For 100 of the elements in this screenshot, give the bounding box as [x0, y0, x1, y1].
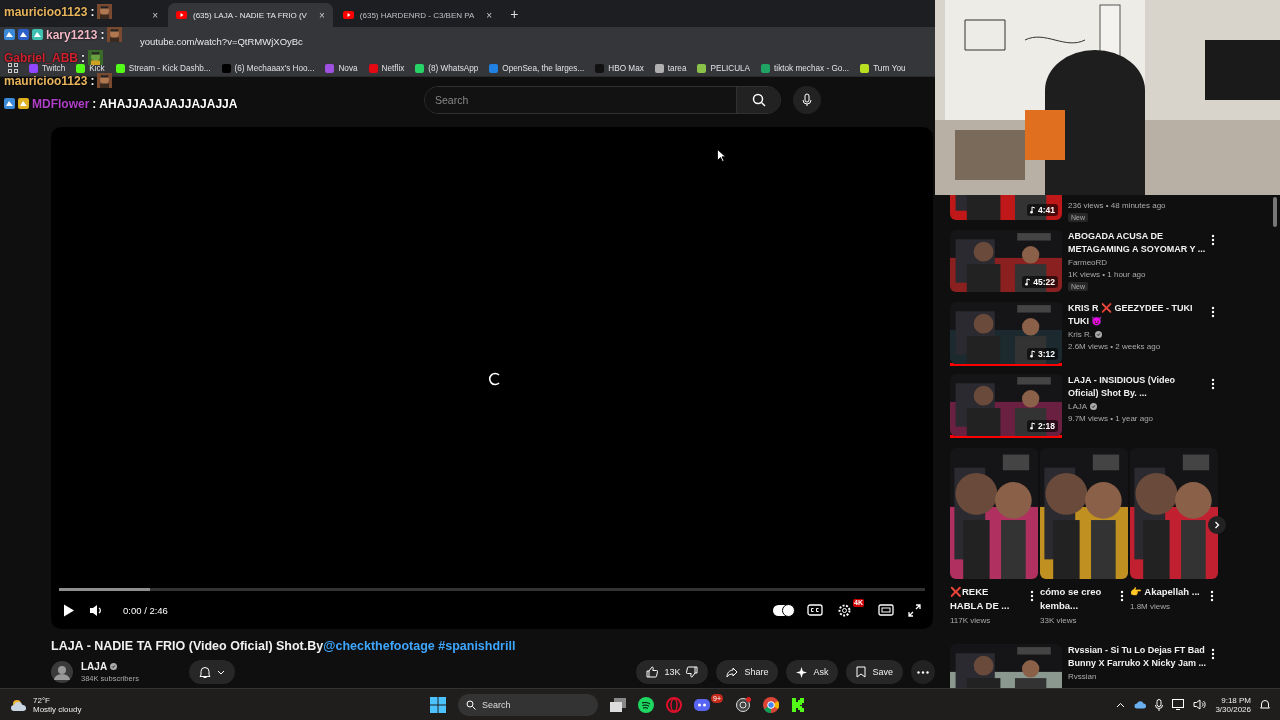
mouse-cursor-icon — [717, 149, 726, 162]
caret-icon — [217, 669, 225, 675]
bookmark[interactable]: Twitch — [29, 64, 66, 73]
bookmark[interactable]: Turn You — [860, 64, 906, 73]
save-button[interactable]: Save — [846, 660, 903, 684]
music-note-icon — [1030, 422, 1036, 430]
bell-icon[interactable] — [1260, 699, 1270, 710]
more-icon[interactable] — [1030, 590, 1034, 602]
music-app-icon[interactable] — [638, 696, 654, 713]
channel-avatar[interactable] — [51, 661, 73, 683]
clock-date: 3/30/2026 — [1215, 704, 1251, 714]
volume-icon[interactable] — [89, 603, 103, 617]
more-icon[interactable] — [1211, 378, 1215, 390]
more-icon — [917, 670, 929, 674]
duration-label: 3:12 — [1027, 348, 1058, 360]
channel-name[interactable]: FarmeoRD — [1068, 258, 1108, 267]
autoplay-toggle[interactable] — [773, 604, 794, 616]
more-icon[interactable] — [1120, 590, 1124, 602]
close-icon[interactable]: × — [146, 9, 158, 21]
chevron-up-icon[interactable] — [1116, 701, 1126, 708]
settings-icon[interactable] — [837, 602, 853, 618]
chrome-icon[interactable] — [763, 696, 779, 713]
share-button[interactable]: Share — [716, 660, 779, 684]
search-bar[interactable]: Search — [424, 85, 781, 114]
browser-tab[interactable]: (635) HARDENRD - C3/BEN PA × — [334, 3, 501, 27]
link[interactable]: @checkthefootage — [323, 639, 435, 653]
bookmark[interactable]: HBO Max — [595, 64, 644, 73]
video-favicon-icon — [176, 11, 187, 19]
channel-name[interactable]: LAJA — [81, 661, 108, 672]
more-icon[interactable] — [1211, 648, 1215, 660]
address-bar[interactable]: youtube.com/watch?v=QtRMWjXOyBc — [140, 35, 303, 47]
bookmark[interactable]: Netflix — [368, 64, 405, 73]
time-display: 0:00 / 2:46 — [123, 604, 168, 616]
chat-app-icon[interactable] — [694, 697, 710, 712]
video-meta: 9.7M views • 1 year ago — [1068, 414, 1155, 423]
bookmark[interactable]: tarea — [654, 64, 687, 73]
scrollbar[interactable] — [1273, 197, 1277, 227]
more-icon[interactable] — [1211, 306, 1215, 318]
new-tab-button[interactable]: + — [510, 5, 519, 22]
thumbs-down-icon[interactable] — [686, 666, 699, 678]
bookmark[interactable]: tiktok mechax - Go... — [761, 64, 850, 73]
search-icon — [751, 92, 766, 107]
channel-name[interactable]: LAJA — [1068, 402, 1088, 411]
bookmark[interactable]: (8) WhatsApp — [415, 64, 479, 73]
video-title[interactable]: ABOGADA ACUSA DE METAGAMING A SOYOMAR Y ... — [1068, 230, 1208, 256]
video-title[interactable]: Rvssian - Si Tu Lo Dejas FT Bad Bunny X Farruko X Nicky Jam ... — [1068, 644, 1208, 670]
bookmark[interactable]: Stream - Kick Dashb... — [115, 64, 211, 73]
weather-cloud-icon — [10, 697, 28, 712]
network-icon[interactable] — [1172, 699, 1185, 710]
channel-name[interactable]: Rvssian — [1068, 672, 1097, 681]
apps-icon[interactable] — [8, 63, 18, 73]
channel-name[interactable]: Kris R. — [1068, 330, 1092, 339]
kick-app-icon[interactable] — [791, 696, 807, 713]
link[interactable]: #spanishdrill — [438, 639, 516, 653]
more-icon[interactable] — [1210, 590, 1214, 602]
browser-ring-icon[interactable] — [666, 696, 682, 713]
progress-bar[interactable] — [59, 588, 925, 591]
loading-spinner-icon — [488, 372, 502, 386]
task-view-icon[interactable] — [610, 697, 626, 712]
verified-icon — [1095, 331, 1102, 338]
close-icon[interactable]: × — [480, 9, 493, 21]
notification-button[interactable] — [189, 660, 235, 684]
camera-shutter-icon[interactable] — [735, 696, 751, 713]
like-button[interactable]: 13K — [636, 660, 709, 684]
microphone-button[interactable] — [793, 85, 821, 114]
chat-username: Gabriel_ABB — [4, 51, 79, 64]
temperature: 72°F — [33, 695, 51, 705]
chat-username: mauricioo1123 — [4, 5, 88, 18]
short-views: 1.8M views — [1130, 602, 1171, 611]
bookmark[interactable]: OpenSea, the larges... — [489, 64, 585, 73]
start-icon[interactable] — [430, 696, 446, 713]
bookmark[interactable]: (6) Mechaaax's Hoo... — [221, 64, 315, 73]
search-button[interactable] — [736, 86, 780, 113]
verified-icon — [110, 663, 118, 670]
microphone-icon[interactable] — [1155, 698, 1164, 711]
more-icon[interactable] — [1211, 234, 1215, 246]
bookmark[interactable]: PELICULA — [697, 64, 751, 73]
chat-separator: : — [92, 97, 97, 110]
bookmark[interactable]: Nova — [325, 64, 358, 73]
miniplayer-icon[interactable] — [878, 604, 894, 616]
close-icon[interactable]: × — [312, 9, 325, 21]
more-button[interactable] — [911, 660, 935, 684]
video-title: LAJA - NADIE TA FRIO (Video Oficial) Shot.By@checkthefootage #spanishdrill — [51, 639, 517, 653]
video-title[interactable]: LAJA - INSIDIOUS (Video Oficial) Shot By. ... — [1068, 374, 1208, 400]
captions-icon[interactable] — [807, 604, 824, 616]
taskbar-search[interactable]: Search — [458, 693, 598, 716]
fullscreen-icon[interactable] — [908, 603, 921, 617]
tab-title: (635) HARDENRD - C3/BEN PA — [359, 10, 475, 20]
next-button[interactable] — [1208, 516, 1226, 534]
cloud-icon[interactable] — [1134, 700, 1147, 709]
chat-separator: : — [90, 74, 95, 87]
speaker-icon[interactable] — [1193, 699, 1207, 710]
short-title[interactable]: 👉 Akapellah ... — [1130, 585, 1200, 599]
short-title[interactable]: cómo se creo kemba... — [1040, 585, 1110, 613]
ask-button[interactable]: Ask — [786, 660, 839, 684]
video-title[interactable]: KRIS R ❌ GEEZYDEE - TUKI TUKI 😈 — [1068, 302, 1208, 328]
short-title[interactable]: ❌REKE HABLA DE ... — [950, 585, 1020, 613]
browser-tab[interactable]: (635) LAJA - NADIE TA FRIO (V × — [168, 3, 333, 27]
play-icon[interactable] — [63, 603, 75, 617]
duration-label: 2:18 — [1027, 420, 1058, 432]
